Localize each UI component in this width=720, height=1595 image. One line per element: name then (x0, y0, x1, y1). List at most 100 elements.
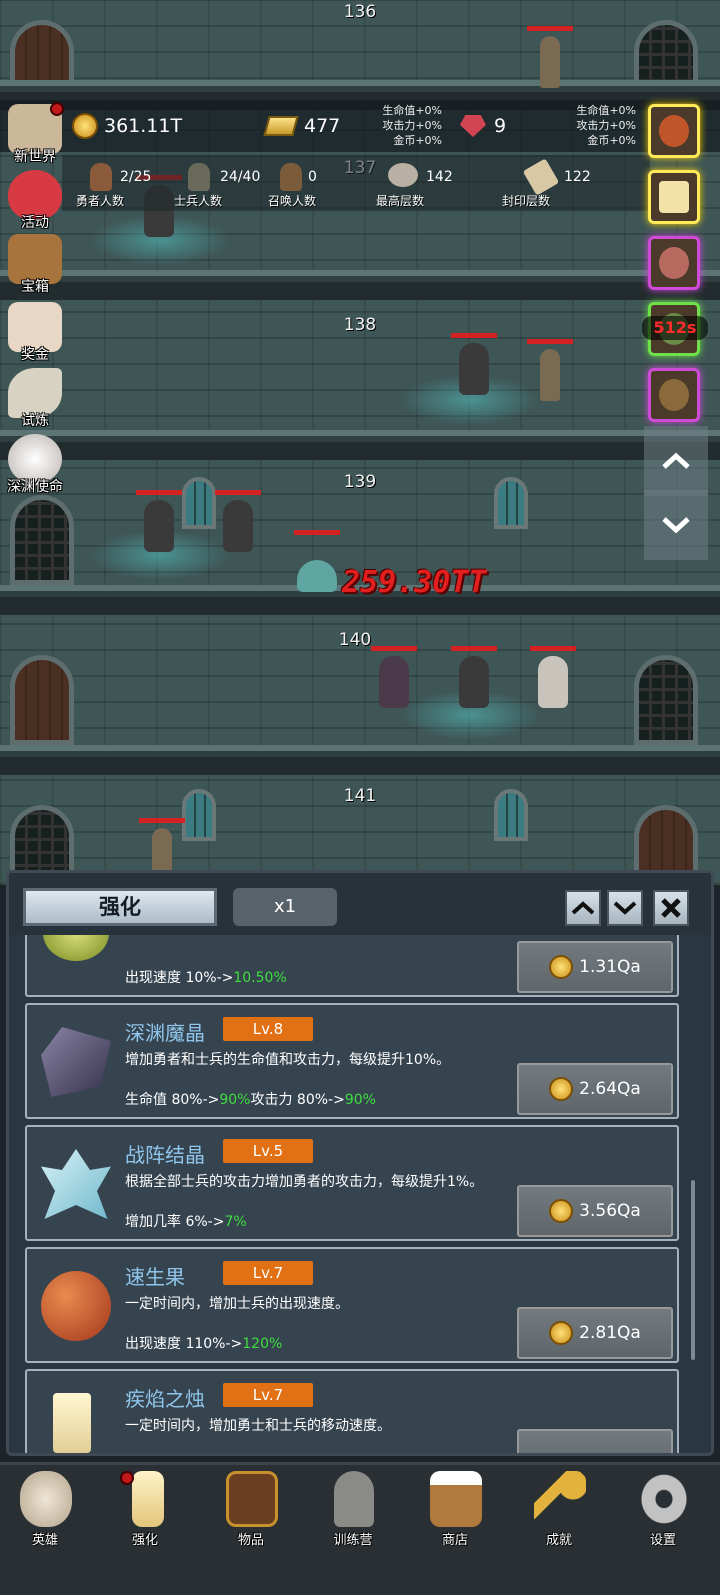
level-badge: Lv.7 (223, 1383, 313, 1407)
effect-text: 攻击力 80%-> (250, 1092, 345, 1108)
hp-bar (451, 333, 497, 338)
chevron-down-icon (662, 517, 690, 534)
monster-body (379, 656, 409, 708)
hp-bar (294, 530, 340, 535)
menu-label: 新世界 (14, 149, 56, 165)
coin-icon (549, 1199, 574, 1223)
buff-scarecrow[interactable] (648, 368, 700, 422)
buff-candle[interactable] (648, 170, 700, 224)
dark-ghost-monster (451, 333, 497, 401)
tab-upgrade[interactable]: 强化 (23, 888, 217, 926)
stat-value: 2/25 (120, 169, 152, 185)
upgrade-panel: 强化 x1 出现速度 10%->10.50% 1.31Qa 深渊魔晶 Lv.8 … (6, 870, 714, 1456)
panel-scroll-down-button[interactable] (607, 890, 643, 926)
nav-label: 强化 (131, 1533, 158, 1548)
zombie-monster (527, 339, 573, 407)
gem-icon (460, 115, 486, 137)
coin-icon (549, 1321, 574, 1345)
floor-number: 136 (343, 2, 377, 22)
scroll-icon (522, 158, 560, 196)
notification-dot (50, 102, 64, 116)
menu-treasure-chest[interactable]: 宝箱 (2, 232, 68, 298)
bonus-stats-right: 生命值+0% 攻击力+0% 金币+0% (566, 103, 636, 148)
floor-ledge (0, 270, 720, 300)
buy-button[interactable]: 2.64Qa (517, 1063, 673, 1115)
candle-icon (659, 181, 689, 213)
bonus-gold: 金币+0% (587, 134, 636, 147)
upgrade-list[interactable]: 出现速度 10%->10.50% 1.31Qa 深渊魔晶 Lv.8 增加勇者和士… (9, 935, 711, 1453)
effect-new-value: 90% (219, 1092, 251, 1108)
buff-meat[interactable] (648, 236, 700, 290)
buff-fruit[interactable] (648, 104, 700, 158)
gem-resource: 9 (460, 100, 506, 152)
stat-label: 封印层数 (502, 194, 551, 208)
level-badge: Lv.8 (223, 1017, 313, 1041)
coin-resource: 361.11T (72, 100, 182, 152)
scroll-down-button[interactable] (644, 490, 708, 560)
stat-sealed-floor: 122 封印层数 (498, 155, 608, 211)
door (10, 655, 74, 745)
stats-bar: 2/25 勇者人数 24/40 士兵人数 0 召唤人数 142 最高层数 122… (62, 155, 650, 211)
upgrade-effect: 出现速度 10%->10.50% (125, 967, 287, 987)
battle-crystal-icon (41, 1149, 111, 1219)
nav-achievements[interactable]: 成就 (514, 1471, 604, 1551)
scroll-up-button[interactable] (644, 426, 708, 496)
floor-number: 138 (343, 315, 377, 335)
menu-trial[interactable]: 试炼 (2, 366, 68, 432)
list-scrollbar[interactable] (691, 1180, 695, 1360)
scarecrow-icon (659, 379, 689, 411)
upgrade-card: 速生果 Lv.7 一定时间内，增加士兵的出现速度。 出现速度 110%->120… (25, 1247, 679, 1363)
nav-training-camp[interactable]: 训练营 (308, 1471, 398, 1551)
nav-label: 设置 (649, 1533, 676, 1548)
hp-bar (371, 646, 417, 651)
gate (634, 655, 698, 745)
stat-label: 召唤人数 (268, 194, 317, 208)
stat-value: 24/40 (220, 169, 261, 185)
bonus-atk: 攻击力+0% (382, 119, 442, 132)
zombie-monster (527, 26, 573, 94)
buy-button[interactable]: 2.81Qa (517, 1307, 673, 1359)
hp-bar (139, 818, 185, 823)
stat-summons: 0 召唤人数 (266, 155, 366, 211)
panel-scroll-up-button[interactable] (565, 890, 601, 926)
monster-body (540, 36, 560, 88)
nav-shop[interactable]: 商店 (410, 1471, 500, 1551)
soldier-icon (188, 163, 210, 191)
multiplier-toggle[interactable]: x1 (233, 888, 337, 926)
bottom-nav: 英雄 强化 物品 训练营 商店 成就 设置 (0, 1462, 720, 1595)
menu-label: 宝箱 (21, 279, 49, 295)
nav-label: 物品 (237, 1533, 264, 1548)
monster-body (459, 656, 489, 708)
menu-events[interactable]: 活动 (2, 168, 68, 234)
upgrade-name: 深渊魔晶 (125, 1021, 205, 1045)
effect-new-value: 10.50% (233, 970, 287, 986)
effect-text: 出现速度 10%-> (125, 970, 234, 986)
effect-text: 出现速度 110%-> (125, 1336, 243, 1352)
candle-icon (132, 1471, 164, 1527)
panel-close-button[interactable] (653, 890, 689, 926)
buff-timer: 512s (642, 316, 708, 340)
quick-fruit-icon (41, 1271, 111, 1341)
buy-button[interactable]: 1.31Qa (517, 941, 673, 993)
upgrade-name: 战阵结晶 (125, 1143, 205, 1167)
menu-new-world[interactable]: 新世界 (2, 102, 68, 168)
level-badge: Lv.7 (223, 1261, 313, 1285)
stat-max-floor: 142 最高层数 (374, 155, 484, 211)
nav-heroes[interactable]: 英雄 (0, 1471, 90, 1551)
nav-upgrade[interactable]: 强化 (100, 1471, 190, 1551)
hp-bar (136, 490, 182, 495)
menu-bonus[interactable]: 奖金 (2, 300, 68, 366)
coin-amount: 361.11T (104, 115, 183, 137)
hp-bar (530, 646, 576, 651)
abyss-crystal-icon (41, 1027, 111, 1097)
buy-button[interactable] (517, 1429, 673, 1453)
menu-abyss-mission[interactable]: 深渊使命 (2, 432, 68, 498)
cost-label: 2.64Qa (579, 1079, 641, 1099)
notification-dot (120, 1471, 134, 1485)
nav-settings[interactable]: 设置 (618, 1471, 708, 1551)
buy-button[interactable]: 3.56Qa (517, 1185, 673, 1237)
close-icon (661, 898, 681, 918)
nav-items[interactable]: 物品 (206, 1471, 296, 1551)
bonus-gold: 金币+0% (393, 134, 442, 147)
nav-label: 英雄 (31, 1533, 58, 1548)
